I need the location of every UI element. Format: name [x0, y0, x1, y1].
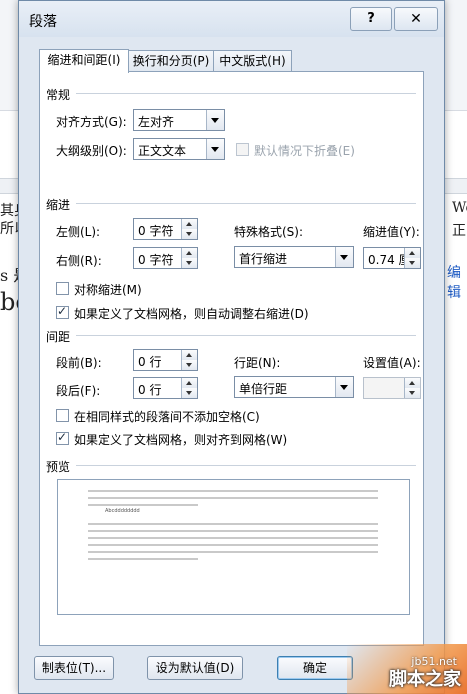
- indent-left-label: 左侧(L):: [56, 225, 101, 239]
- background-text-5: Wo: [452, 200, 467, 216]
- line-spacing-label: 行距(N):: [234, 356, 281, 370]
- set-default-button[interactable]: 设为默认值(D): [147, 656, 243, 680]
- general-section-title: 常规: [46, 88, 71, 102]
- mirror-indents-label: 对称缩进(M): [74, 283, 142, 297]
- preview-line: [88, 537, 378, 539]
- space-after-stepper[interactable]: 0 行: [133, 377, 198, 399]
- preview-sample-text: Abcdddddddd: [105, 508, 140, 514]
- special-indent-value: 首行缩进: [239, 252, 288, 266]
- close-icon: ✕: [410, 11, 422, 27]
- tabs-button[interactable]: 制表位(T)...: [34, 656, 114, 680]
- space-before-stepper[interactable]: 0 行: [133, 349, 198, 371]
- snap-to-grid-checkbox[interactable]: [56, 430, 69, 445]
- outline-level-label: 大纲级别(O):: [56, 144, 127, 158]
- at-stepper[interactable]: [363, 377, 421, 399]
- no-space-same-style-checkbox[interactable]: [56, 409, 69, 422]
- chevron-down-icon: [335, 247, 353, 267]
- preview-pane: Abcdddddddd: [57, 479, 410, 615]
- alignment-label: 对齐方式(G):: [56, 115, 127, 129]
- snap-to-grid-label: 如果定义了文档网格，则对齐到网格(W): [74, 433, 288, 447]
- preview-divider: [76, 465, 416, 466]
- tab-asian-typography[interactable]: 中文版式(H): [213, 50, 292, 72]
- line-spacing-select[interactable]: 单倍行距: [234, 376, 354, 398]
- indent-right-label: 右侧(R):: [56, 254, 102, 268]
- indent-by-value: 0.74 厘米: [368, 253, 408, 267]
- space-before-label: 段前(B):: [56, 356, 102, 370]
- stepper-down-icon[interactable]: [181, 388, 197, 398]
- space-before-value: 0 行: [138, 355, 162, 369]
- close-button[interactable]: ✕: [394, 7, 438, 31]
- stepper-down-icon[interactable]: [404, 388, 420, 398]
- stepper-down-icon[interactable]: [181, 258, 197, 268]
- tab-indents-spacing[interactable]: 缩进和间距(I): [39, 49, 129, 73]
- spacing-divider: [76, 335, 416, 336]
- indent-divider: [76, 203, 416, 204]
- dialog-titlebar[interactable]: 段落 ? ✕: [19, 1, 444, 37]
- general-divider: [76, 93, 416, 94]
- preview-line: [88, 497, 378, 499]
- spacing-section-title: 间距: [46, 330, 71, 344]
- preview-line: [88, 523, 378, 525]
- indent-left-stepper[interactable]: 0 字符: [133, 218, 198, 240]
- stepper-down-icon[interactable]: [181, 360, 197, 370]
- preview-line: [88, 504, 198, 506]
- mirror-indents-checkbox[interactable]: [56, 282, 69, 295]
- indent-right-stepper[interactable]: 0 字符: [133, 247, 198, 269]
- collapse-default-checkbox[interactable]: [236, 143, 249, 156]
- special-indent-label: 特殊格式(S):: [234, 225, 304, 239]
- preview-line: [88, 530, 378, 532]
- indent-right-value: 0 字符: [138, 253, 174, 267]
- outline-level-value: 正文文本: [138, 144, 187, 158]
- auto-adjust-indent-checkbox[interactable]: [56, 304, 69, 319]
- alignment-value: 左对齐: [138, 115, 175, 129]
- auto-adjust-indent-label: 如果定义了文档网格，则自动调整右缩进(D): [74, 307, 309, 321]
- preview-line: [88, 551, 378, 553]
- tab-line-page-breaks[interactable]: 换行和分页(P): [127, 50, 215, 72]
- indent-by-label: 缩进值(Y):: [363, 225, 420, 239]
- chevron-down-icon: [335, 377, 353, 397]
- collapse-default-label: 默认情况下折叠(E): [254, 144, 355, 158]
- stepper-down-icon[interactable]: [181, 229, 197, 239]
- line-spacing-value: 单倍行距: [239, 382, 288, 396]
- chevron-down-icon: [206, 139, 224, 159]
- alignment-select[interactable]: 左对齐: [133, 109, 225, 131]
- preview-line: [88, 490, 378, 492]
- background-text-6: 正: [452, 223, 466, 239]
- indent-left-value: 0 字符: [138, 224, 174, 238]
- indent-section-title: 缩进: [46, 198, 71, 212]
- space-after-value: 0 行: [138, 383, 162, 397]
- help-button[interactable]: ?: [350, 7, 392, 31]
- paragraph-dialog: 段落 ? ✕ 缩进和间距(I) 换行和分页(P) 中文版式(H) 常规 对齐方式…: [18, 0, 445, 694]
- indent-by-stepper[interactable]: 0.74 厘米: [363, 247, 421, 269]
- chevron-down-icon: [206, 110, 224, 130]
- no-space-same-style-label: 在相同样式的段落间不添加空格(C): [74, 410, 260, 424]
- background-text-7: 编辑: [447, 265, 461, 301]
- preview-section-title: 预览: [46, 460, 71, 474]
- preview-line: [88, 544, 378, 546]
- watermark-text: 脚本之家: [389, 669, 461, 690]
- at-label: 设置值(A):: [363, 356, 421, 370]
- tab-panel: 常规 对齐方式(G): 左对齐 大纲级别(O): 正文文本 默认情况下折叠(E)…: [39, 71, 424, 646]
- stepper-down-icon[interactable]: [404, 258, 420, 268]
- special-indent-select[interactable]: 首行缩进: [234, 246, 354, 268]
- space-after-label: 段后(F):: [56, 384, 101, 398]
- ok-button[interactable]: 确定: [277, 656, 353, 680]
- outline-level-select[interactable]: 正文文本: [133, 138, 225, 160]
- preview-line: [88, 558, 198, 560]
- dialog-title: 段落: [29, 14, 57, 30]
